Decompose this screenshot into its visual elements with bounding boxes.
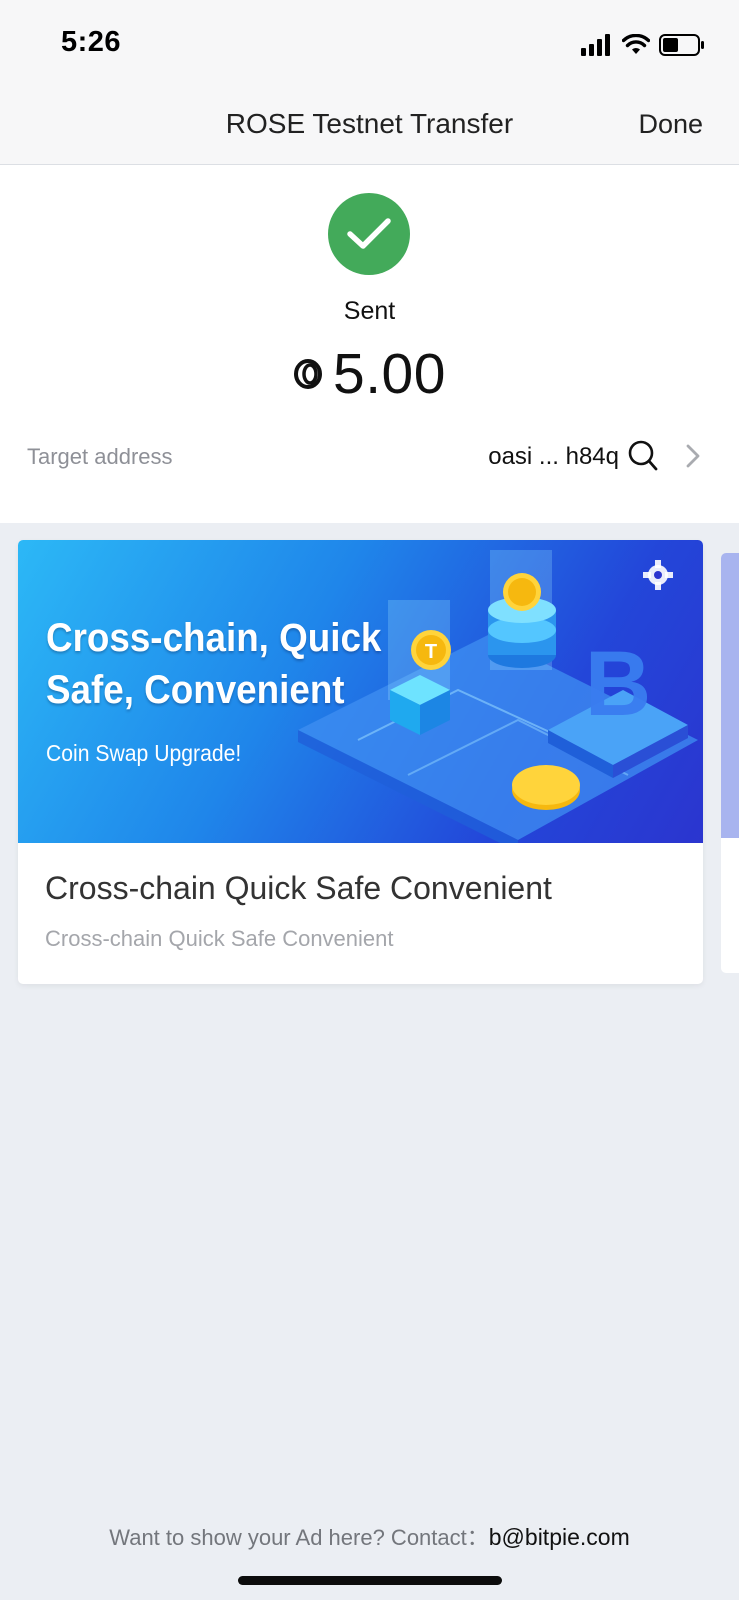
banner-illustration: T B <box>298 550 698 843</box>
check-icon <box>347 218 391 249</box>
battery-icon <box>659 34 704 56</box>
nav-bar: ROSE Testnet Transfer Done <box>0 88 739 165</box>
signal-icon <box>581 34 610 56</box>
home-indicator <box>238 1576 502 1585</box>
done-button[interactable]: Done <box>638 109 703 140</box>
ad-title: Cross-chain Quick Safe Convenient <box>45 870 552 906</box>
ad-subtitle: Cross-chain Quick Safe Convenient <box>45 926 394 951</box>
next-ad-banner <box>721 553 739 838</box>
gear-icon <box>649 558 681 590</box>
status-bar: 5:26 <box>0 0 739 88</box>
status-label: Sent <box>343 297 396 325</box>
status-time: 5:26 <box>61 26 122 58</box>
svg-text:T: T <box>425 641 437 663</box>
target-address-row[interactable]: Target address oasi ... h84q <box>0 427 739 487</box>
rose-token-icon <box>294 359 323 389</box>
next-ad-card-peek[interactable] <box>721 553 739 973</box>
chevron-right-icon[interactable] <box>685 443 701 474</box>
ad-contact-email[interactable]: b@bitpie.com <box>489 1524 630 1550</box>
ad-contact-footer: Want to show your Ad here? Contact：b@bit… <box>0 1520 739 1552</box>
banner-subline: Coin Swap Upgrade! <box>46 740 242 766</box>
ad-card[interactable]: Cross-chain, Quick Safe, Convenient Coin… <box>18 540 703 984</box>
ad-contact-prompt: Want to show your Ad here? Contact： <box>109 1525 489 1550</box>
svg-text:B: B <box>585 633 651 735</box>
address-label: Target address <box>27 444 173 469</box>
transfer-result: Sent 5.00 Target address oasi ... h84q <box>0 165 739 523</box>
address-value: oasi ... h84q <box>488 443 619 470</box>
wifi-icon <box>622 34 650 54</box>
amount-value: 5.00 <box>333 342 446 406</box>
success-badge <box>328 193 410 275</box>
search-icon[interactable] <box>627 439 659 478</box>
status-icons <box>581 30 705 60</box>
page-title: ROSE Testnet Transfer <box>225 108 514 139</box>
amount-row: 5.00 <box>0 341 739 407</box>
ad-banner[interactable]: Cross-chain, Quick Safe, Convenient Coin… <box>18 540 703 843</box>
